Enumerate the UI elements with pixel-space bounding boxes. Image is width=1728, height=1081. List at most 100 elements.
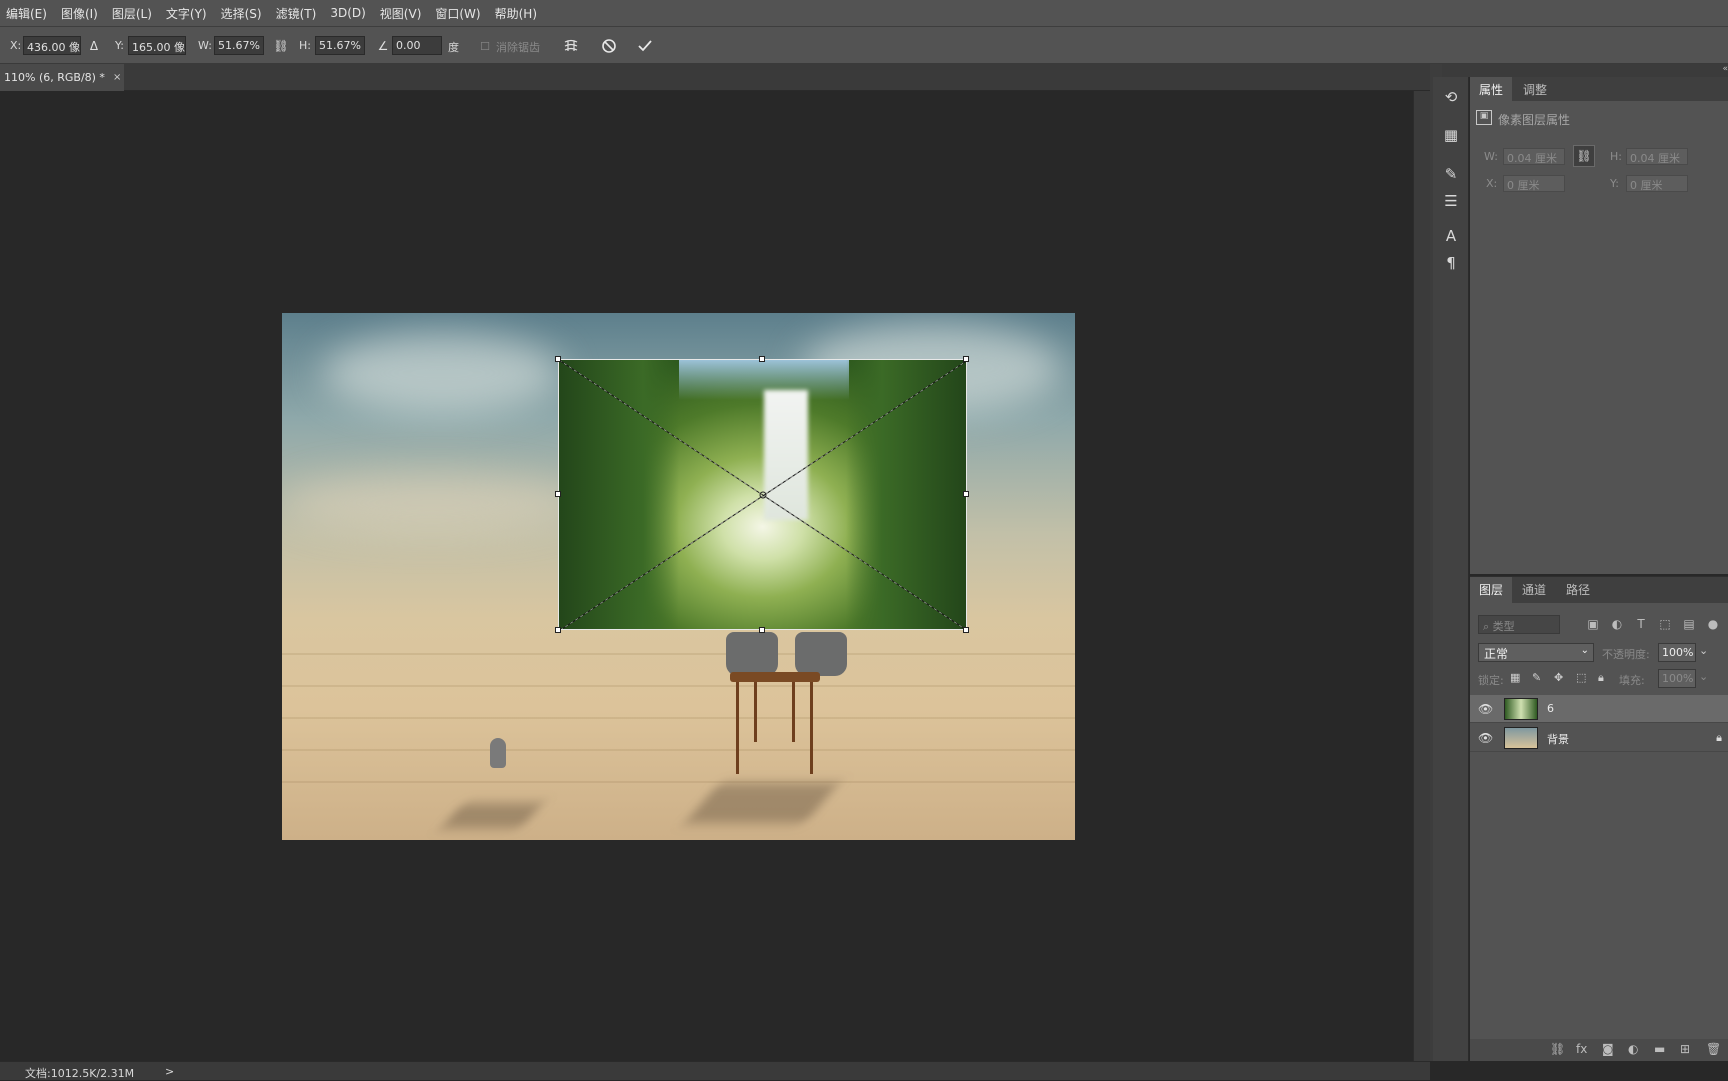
lock-image-icon[interactable]: ✎ xyxy=(1532,671,1541,684)
delete-layer-icon[interactable]: 🗑︎ xyxy=(1706,1042,1721,1056)
tab-layers[interactable]: 图层 xyxy=(1470,577,1513,603)
visibility-eye-icon[interactable]: 👁︎ xyxy=(1478,731,1493,745)
link-layers-icon[interactable]: ⛓ xyxy=(1550,1042,1565,1056)
interpolation-label: 消除锯齿 xyxy=(496,41,540,54)
document-tab[interactable]: 110% (6, RGB/8) * × xyxy=(0,64,124,91)
transform-handle-tc[interactable] xyxy=(759,356,765,362)
new-group-icon[interactable]: ▬ xyxy=(1654,1042,1665,1056)
elephant-foot-right xyxy=(795,632,847,676)
props-x-field[interactable]: 0 厘米 xyxy=(1503,175,1565,192)
paragraph-icon[interactable]: ¶ xyxy=(1440,252,1462,274)
h-label: H: xyxy=(299,39,311,52)
fill-dropdown-icon[interactable]: ⌄ xyxy=(1699,670,1708,683)
x-field[interactable]: 436.00 像素 xyxy=(23,36,81,55)
transform-handle-bc[interactable] xyxy=(759,627,765,633)
props-w-field[interactable]: 0.04 厘米 xyxy=(1503,148,1565,165)
transform-handle-tl[interactable] xyxy=(555,356,561,362)
relative-position-icon[interactable]: Δ xyxy=(83,35,105,57)
new-layer-icon[interactable]: ⊞ xyxy=(1680,1042,1690,1056)
fx-icon[interactable]: fx xyxy=(1576,1042,1587,1056)
props-y-field[interactable]: 0 厘米 xyxy=(1626,175,1688,192)
filter-smart-object-icon[interactable]: ▤ xyxy=(1680,615,1698,633)
filter-pixel-icon[interactable]: ▣ xyxy=(1584,615,1602,633)
cancel-icon[interactable] xyxy=(598,35,620,57)
status-menu-arrow[interactable]: > xyxy=(165,1065,174,1078)
menu-help[interactable]: 帮助(H) xyxy=(495,5,537,22)
tab-paths[interactable]: 路径 xyxy=(1557,577,1599,601)
fill-field[interactable]: 100% xyxy=(1658,669,1696,688)
menu-bar: 编辑(E) 图像(I) 图层(L) 文字(Y) 选择(S) 滤镜(T) 3D(D… xyxy=(0,0,1728,26)
layer-filter-placeholder: 类型 xyxy=(1492,620,1515,633)
collapse-icon[interactable]: « xyxy=(1722,64,1728,74)
opacity-field[interactable]: 100% xyxy=(1658,643,1696,662)
transform-placed-image[interactable] xyxy=(558,359,967,630)
layers-bottom-toolbar: ⛓ fx ◙ ◐ ▬ ⊞ 🗑︎ xyxy=(1470,1039,1728,1061)
interpolation-checkbox[interactable]: ☐ xyxy=(474,35,496,57)
tab-properties[interactable]: 属性 xyxy=(1470,77,1513,101)
menu-edit[interactable]: 编辑(E) xyxy=(6,5,47,22)
blend-mode-value: 正常 xyxy=(1484,647,1509,661)
pixel-layer-icon: ▣ xyxy=(1476,110,1492,125)
add-mask-icon[interactable]: ◙ xyxy=(1602,1042,1614,1056)
adjustments-icon[interactable]: ☰ xyxy=(1440,190,1462,212)
filter-toggle-icon[interactable]: ● xyxy=(1704,615,1722,633)
warp-icon[interactable] xyxy=(560,35,582,57)
layer-row[interactable]: 👁︎ 6 xyxy=(1470,695,1728,723)
link-dimensions-icon[interactable]: ⛓ xyxy=(1573,145,1595,167)
tab-channels[interactable]: 通道 xyxy=(1513,577,1555,601)
menu-type[interactable]: 文字(Y) xyxy=(166,5,207,22)
filter-type-icon[interactable]: T xyxy=(1632,615,1650,633)
menu-view[interactable]: 视图(V) xyxy=(380,5,422,22)
check-icon[interactable] xyxy=(634,35,656,57)
lock-artboard-icon[interactable]: ⬚ xyxy=(1576,671,1586,684)
width-field[interactable]: 51.67% xyxy=(214,36,264,55)
document-tab-title: 110% (6, RGB/8) * xyxy=(4,71,105,84)
link-icon[interactable]: ⛓ xyxy=(270,35,292,57)
options-bar: X: 436.00 像素 Δ Y: 165.00 像素 W: 51.67% ⛓ … xyxy=(0,26,1728,64)
transform-handle-mr[interactable] xyxy=(963,491,969,497)
elephant-foot-left xyxy=(726,632,778,676)
menu-image[interactable]: 图像(I) xyxy=(61,5,98,22)
history-icon[interactable]: ⟲ xyxy=(1440,86,1462,108)
visibility-eye-icon[interactable]: 👁︎ xyxy=(1478,702,1493,716)
transform-handle-bl[interactable] xyxy=(555,627,561,633)
y-field[interactable]: 165.00 像素 xyxy=(128,36,186,55)
transform-diagonals xyxy=(559,360,966,629)
angle-unit: 度 xyxy=(448,41,459,54)
props-h-field[interactable]: 0.04 厘米 xyxy=(1626,148,1688,165)
layers-panel: 图层 通道 路径 ⌕ 类型 ▣ ◐ T ⬚ ▤ ● 正常 ⌄ 不透明度: 100… xyxy=(1470,576,1728,1061)
opacity-dropdown-icon[interactable]: ⌄ xyxy=(1699,644,1708,657)
status-bar: 文档:1012.5K/2.31M > xyxy=(0,1061,1430,1080)
menu-select[interactable]: 选择(S) xyxy=(221,5,262,22)
layers-tabs: 图层 通道 路径 xyxy=(1470,577,1728,603)
angle-field[interactable]: 0.00 xyxy=(392,36,442,55)
tab-adjustments[interactable]: 调整 xyxy=(1514,77,1556,101)
vertical-scrollbar[interactable] xyxy=(1413,91,1430,1061)
height-field[interactable]: 51.67% xyxy=(315,36,365,55)
layer-row[interactable]: 👁︎ 背景 🔒︎ xyxy=(1470,724,1728,752)
filter-shape-icon[interactable]: ⬚ xyxy=(1656,615,1674,633)
new-adjustment-icon[interactable]: ◐ xyxy=(1628,1042,1638,1056)
layer-name: 背景 xyxy=(1547,733,1569,746)
swatches-icon[interactable]: ▦ xyxy=(1440,124,1462,146)
menu-window[interactable]: 窗口(W) xyxy=(435,5,480,22)
blend-mode-select[interactable]: 正常 ⌄ xyxy=(1478,643,1594,662)
layer-filter-input[interactable]: ⌕ 类型 xyxy=(1478,615,1560,634)
w-label: W: xyxy=(198,39,212,52)
filter-adjustment-icon[interactable]: ◐ xyxy=(1608,615,1626,633)
layer-name: 6 xyxy=(1547,702,1554,715)
close-tab-icon[interactable]: × xyxy=(113,72,121,83)
character-icon[interactable]: A xyxy=(1440,225,1462,247)
lock-icon[interactable]: 🔒︎ xyxy=(1716,731,1722,745)
menu-filter[interactable]: 滤镜(T) xyxy=(276,5,317,22)
transform-handle-ml[interactable] xyxy=(555,491,561,497)
lock-all-icon[interactable]: 🔒︎ xyxy=(1598,671,1604,685)
menu-layer[interactable]: 图层(L) xyxy=(112,5,152,22)
lock-position-icon[interactable]: ✥ xyxy=(1554,671,1563,684)
menu-3d[interactable]: 3D(D) xyxy=(330,6,365,20)
transform-handle-br[interactable] xyxy=(963,627,969,633)
y-label: Y: xyxy=(115,39,124,52)
lock-transparent-icon[interactable]: ▦ xyxy=(1510,671,1520,684)
transform-handle-tr[interactable] xyxy=(963,356,969,362)
brush-settings-icon[interactable]: ✎ xyxy=(1440,163,1462,185)
